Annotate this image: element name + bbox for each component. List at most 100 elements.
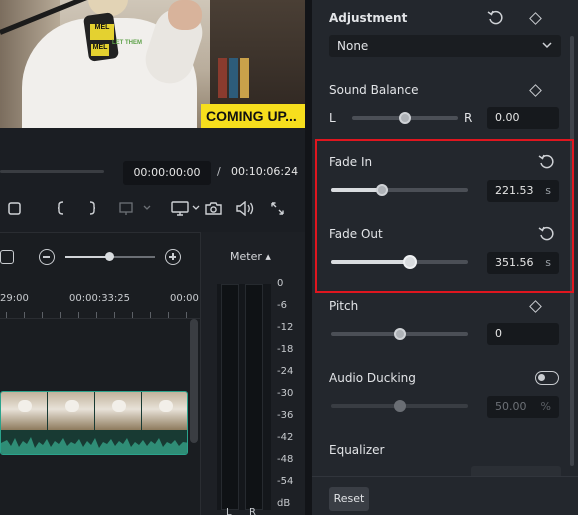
fade-out-value-text: 351.56 [495,256,534,269]
db-label: -54 [277,476,294,487]
audio-properties-panel: Adjustment None Sound Balance L R 0.00 F… [312,0,578,515]
meter-channel-left: L [226,507,232,515]
db-label: -30 [277,388,294,399]
timeline-ruler[interactable]: 29:00 00:00:33:25 00:00: [0,285,202,319]
keyframe-diamond-icon[interactable] [529,84,542,97]
fit-timeline-icon[interactable] [0,250,14,264]
fade-in-value-text: 221.53 [495,184,534,197]
audio-ducking-handle[interactable] [393,400,406,412]
zoom-in-icon[interactable] [165,249,181,265]
ruler-tick [6,312,7,318]
ruler-tick [42,312,43,318]
panel-scrollbar[interactable] [570,36,574,466]
zoom-slider-handle[interactable] [105,252,114,261]
preview-book [218,58,227,98]
equalizer-title: Equalizer [329,443,385,457]
mic-label-2: MEL [91,44,109,56]
ruler-tick [60,312,61,318]
fade-out-value[interactable]: 351.56 s [487,252,559,274]
fade-in-handle[interactable] [375,184,388,196]
mark-out-icon [89,201,96,215]
fade-in-slider-fill [331,188,382,192]
db-label: -6 [277,300,287,311]
snapshot-button[interactable] [204,198,222,218]
shirt-text: LET THEM [112,40,142,46]
db-label: -42 [277,432,294,443]
balance-right-label: R [464,111,473,125]
ruler-tick [78,312,79,318]
clip-thumbnail [95,392,141,430]
db-label: -12 [277,322,294,333]
camera-icon [204,201,222,215]
preview-book [229,58,238,98]
preview-caption: COMING UP... [201,104,305,128]
audio-ducking-title: Audio Ducking [329,371,416,385]
reset-button[interactable]: Reset [329,487,369,511]
audio-ducking-value-text: 50.00 [495,400,527,413]
panel-divider [305,0,312,515]
audio-ducking-unit: % [540,400,551,413]
ruler-tick [168,312,169,318]
audio-ducking-value[interactable]: 50.00 % [487,396,559,418]
meter-bar-right [245,284,263,510]
mark-out-button[interactable] [86,198,98,218]
audio-waveform [1,437,187,454]
fade-in-title: Fade In [329,155,373,169]
fullscreen-button[interactable] [268,198,286,218]
clip-thumbnail [1,392,47,430]
stop-button[interactable] [6,198,22,218]
keyframe-diamond-icon[interactable] [529,300,542,313]
equalizer-dropdown[interactable] [471,466,561,476]
video-clip[interactable] [0,391,188,455]
audio-ducking-toggle[interactable] [535,371,559,385]
meter-bar-left [221,284,239,510]
sound-balance-value[interactable]: 0.00 [487,107,559,129]
ruler-label: 00:00:33:25 [69,293,131,304]
fade-in-unit: s [545,184,551,197]
pitch-handle[interactable] [393,328,406,340]
sound-balance-handle[interactable] [399,112,411,124]
audio-meter-panel: Meter ▴ 0 -6 -12 -18 -24 -30 -36 -42 -48… [200,232,305,515]
ruler-tick [114,312,115,318]
sound-balance-value-text: 0.00 [495,111,520,124]
mark-in-button[interactable] [55,198,67,218]
meter-title[interactable]: Meter ▴ [230,250,271,263]
sound-balance-title: Sound Balance [329,83,419,97]
fade-out-unit: s [545,256,551,269]
chevron-down-icon [542,42,552,49]
ruler-tick [186,312,187,318]
monitor-icon [171,201,200,216]
fade-out-handle[interactable] [403,255,418,269]
db-unit-label: dB [277,498,291,509]
reset-icon[interactable] [538,226,554,242]
clip-thumbnails [1,392,187,430]
playback-progress-bar[interactable] [0,170,104,173]
meter-bars [217,284,271,510]
volume-button[interactable] [235,198,255,218]
total-time: 00:10:06:24 [231,165,299,178]
zoom-out-icon[interactable] [39,249,55,265]
ruler-tick [132,312,133,318]
fade-in-value[interactable]: 221.53 s [487,180,559,202]
insert-clip-button[interactable] [116,198,152,218]
timeline-panel: 29:00 00:00:33:25 00:00: [0,232,202,515]
db-label: -48 [277,454,294,465]
reset-icon[interactable] [487,10,503,26]
reset-icon[interactable] [538,154,554,170]
mic-label: MEL [90,24,114,40]
keyframe-diamond-icon[interactable] [529,12,542,25]
db-label: -24 [277,366,294,377]
pitch-title: Pitch [329,299,359,313]
display-button[interactable] [171,198,201,218]
pitch-value[interactable]: 0 [487,323,559,345]
clip-thumbnail [142,392,187,430]
timeline-scrollbar[interactable] [190,319,198,443]
pitch-value-text: 0 [495,327,502,340]
ruler-tick [24,312,25,318]
adjustment-dropdown[interactable]: None [329,35,561,57]
db-label: -18 [277,344,294,355]
speaker-icon [235,200,253,216]
adjustment-title: Adjustment [329,11,408,25]
ruler-tick [96,312,97,318]
adjustment-dropdown-value: None [337,39,369,53]
